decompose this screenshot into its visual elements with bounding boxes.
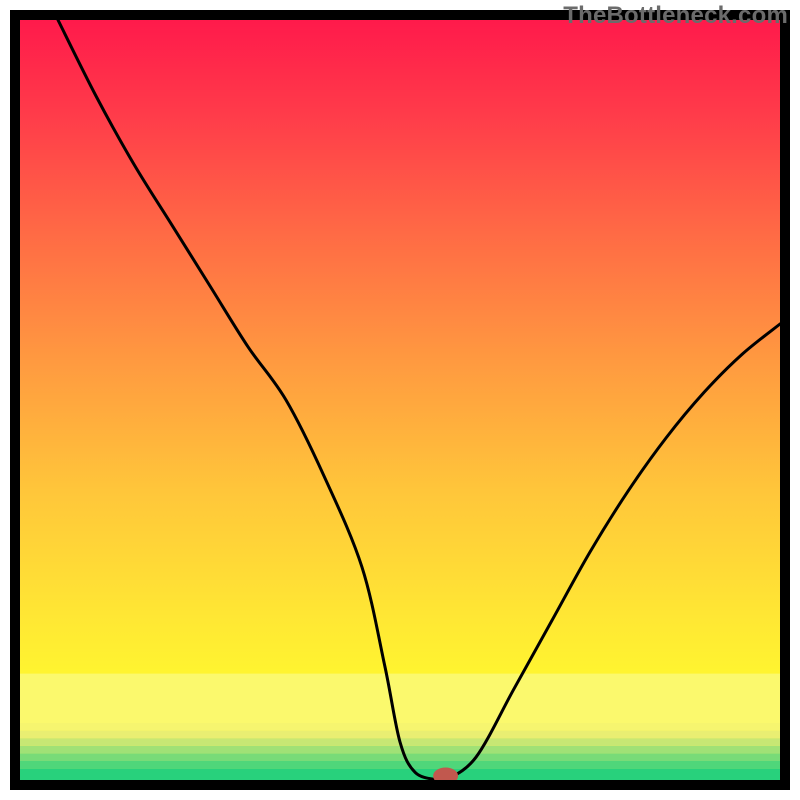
chart-background (20, 20, 780, 780)
chart-container: TheBottleneck.com (0, 0, 800, 800)
bottleneck-chart (0, 0, 800, 800)
bottom-bands (20, 674, 780, 780)
watermark-text: TheBottleneck.com (563, 2, 788, 30)
